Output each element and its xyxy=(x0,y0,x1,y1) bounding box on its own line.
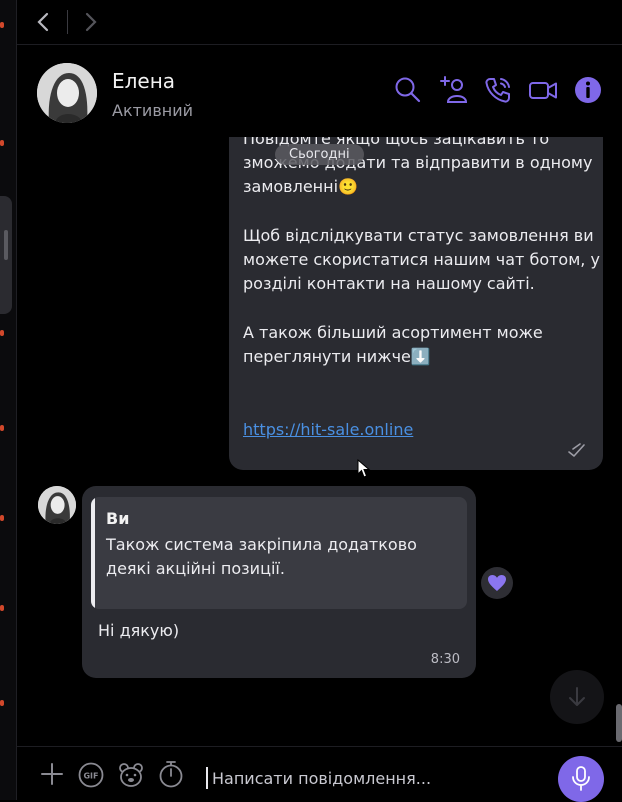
plus-icon xyxy=(41,763,63,785)
gif-icon: GIF xyxy=(78,762,104,788)
chat-info-button[interactable] xyxy=(573,75,603,105)
gif-button[interactable]: GIF xyxy=(78,762,104,792)
avatar-photo xyxy=(38,486,76,524)
message-composer: GIF Написати повідомлення... xyxy=(17,746,622,802)
unread-indicator xyxy=(0,140,4,146)
chevron-left-icon xyxy=(37,12,49,32)
conversation-list-edge[interactable] xyxy=(0,0,17,800)
unread-indicator xyxy=(0,605,4,611)
message-text: Ні дякую) xyxy=(98,621,180,640)
message-list[interactable]: Повідомте якщо щось зацікавить то зможем… xyxy=(17,137,622,745)
unread-indicator xyxy=(0,22,4,28)
info-icon xyxy=(575,77,601,103)
quote-author: Ви xyxy=(106,509,130,528)
search-icon xyxy=(395,77,421,103)
chevron-right-icon xyxy=(85,12,97,32)
outgoing-message[interactable]: Повідомте якщо щось зацікавить то зможем… xyxy=(229,137,603,470)
attach-button[interactable] xyxy=(40,762,64,790)
video-camera-icon xyxy=(529,82,557,99)
message-timestamp: 8:30 xyxy=(430,652,460,667)
read-receipt-icon xyxy=(568,443,585,457)
stopwatch-icon xyxy=(159,761,183,788)
contact-avatar[interactable] xyxy=(37,63,97,123)
contact-status: Активний xyxy=(112,101,194,120)
nav-divider xyxy=(67,10,68,34)
sticker-button[interactable] xyxy=(118,762,144,792)
quote-indicator xyxy=(91,497,95,609)
message-paragraph: А також більший асортимент може переглян… xyxy=(243,323,543,366)
conversation-list-scrollbar[interactable] xyxy=(4,230,8,260)
unread-indicator xyxy=(0,700,4,706)
avatar-photo xyxy=(37,63,97,123)
mouse-cursor-icon xyxy=(357,459,371,478)
quote-text: Також система закріпила додатково деякі … xyxy=(106,535,417,578)
bear-sticker-icon xyxy=(119,763,143,787)
message-link[interactable]: https://hit-sale.online xyxy=(243,420,413,439)
reaction-button[interactable] xyxy=(481,567,513,599)
audio-call-button[interactable] xyxy=(483,75,513,105)
unread-indicator xyxy=(0,330,4,336)
add-participant-button[interactable] xyxy=(439,75,469,105)
scroll-to-bottom-button[interactable] xyxy=(550,670,604,724)
svg-text:GIF: GIF xyxy=(83,772,98,781)
arrow-down-icon xyxy=(569,687,585,706)
chat-header: Елена Активний xyxy=(17,44,622,138)
date-separator: Сьогодні xyxy=(275,144,364,165)
search-button[interactable] xyxy=(393,75,423,105)
phone-icon xyxy=(485,78,510,103)
message-paragraph: Щоб відслідкувати статус замовлення ви м… xyxy=(243,226,600,293)
incoming-message[interactable]: Ви Також система закріпила додатково дея… xyxy=(82,486,476,678)
forward-button[interactable] xyxy=(81,8,101,42)
chat-scrollbar[interactable] xyxy=(616,704,622,742)
contact-name[interactable]: Елена xyxy=(112,69,175,93)
voice-message-button[interactable] xyxy=(558,756,604,802)
text-caret xyxy=(206,767,208,789)
heart-icon xyxy=(488,575,506,591)
timer-button[interactable] xyxy=(158,760,184,792)
message-input[interactable]: Написати повідомлення... xyxy=(212,769,431,788)
navigation-bar xyxy=(17,0,622,44)
back-button[interactable] xyxy=(33,8,53,42)
add-user-icon xyxy=(440,76,468,103)
unread-indicator xyxy=(0,425,4,431)
sender-avatar[interactable] xyxy=(38,486,76,524)
video-call-button[interactable] xyxy=(528,75,558,105)
unread-indicator xyxy=(0,515,4,521)
microphone-icon xyxy=(572,766,590,791)
quoted-reply[interactable]: Ви Також система закріпила додатково дея… xyxy=(91,497,467,609)
